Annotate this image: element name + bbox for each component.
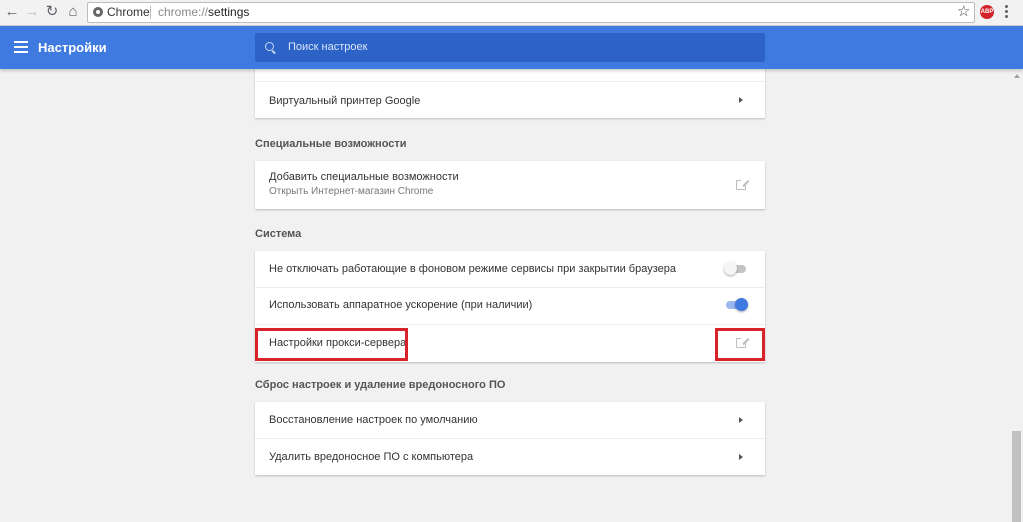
reload-icon[interactable]: ↻	[43, 3, 61, 21]
printing-card: Виртуальный принтер Google	[255, 66, 765, 118]
hamburger-menu-icon[interactable]	[14, 41, 28, 56]
virtual-printer-row[interactable]: Виртуальный принтер Google	[255, 81, 765, 119]
browser-menu-icon[interactable]	[1005, 5, 1009, 20]
page-scrollbar[interactable]	[1010, 69, 1023, 522]
address-bar[interactable]: Chrome chrome://settings	[87, 2, 975, 23]
hardware-acceleration-row: Использовать аппаратное ускорение (при н…	[255, 287, 765, 324]
proxy-label-highlight	[255, 328, 408, 361]
virtual-printer-label: Виртуальный принтер Google	[269, 95, 421, 107]
search-icon	[265, 42, 274, 51]
chrome-page-icon	[93, 7, 103, 17]
reset-card: Восстановление настроек по умолчанию Уда…	[255, 402, 765, 475]
search-placeholder: Поиск настроек	[288, 41, 368, 53]
add-accessibility-subtitle: Открыть Интернет-магазин Chrome	[269, 186, 434, 197]
url-path: settings	[208, 5, 250, 19]
back-icon[interactable]: ←	[3, 3, 21, 21]
proxy-icon-highlight	[715, 328, 765, 361]
scrollbar-thumb[interactable]	[1012, 431, 1021, 522]
cleanup-row[interactable]: Удалить вредоносное ПО с компьютера	[255, 438, 765, 475]
accessibility-card: Добавить специальные возможности Открыть…	[255, 161, 765, 209]
add-accessibility-title: Добавить специальные возможности	[269, 171, 459, 183]
hardware-acceleration-label: Использовать аппаратное ускорение (при н…	[269, 299, 533, 311]
settings-header: Настройки Поиск настроек	[0, 26, 1023, 69]
chevron-right-icon	[739, 417, 743, 423]
accessibility-section-title: Специальные возможности	[255, 138, 407, 150]
hardware-acceleration-toggle[interactable]	[724, 296, 748, 314]
add-accessibility-row[interactable]: Добавить специальные возможности Открыть…	[255, 161, 765, 209]
background-apps-row: Не отключать работающие в фоновом режиме…	[255, 251, 765, 287]
address-separator	[150, 6, 151, 19]
system-section-title: Система	[255, 228, 302, 240]
address-url: chrome://settings	[158, 5, 249, 19]
url-scheme: chrome://	[158, 5, 209, 19]
search-settings-input[interactable]: Поиск настроек	[255, 33, 765, 62]
home-icon[interactable]: ⌂	[64, 3, 82, 21]
chevron-right-icon	[739, 454, 743, 460]
cleanup-label: Удалить вредоносное ПО с компьютера	[269, 451, 474, 463]
background-apps-label: Не отключать работающие в фоновом режиме…	[269, 263, 676, 275]
address-chip: Chrome	[107, 5, 150, 19]
reset-section-title: Сброс настроек и удаление вредоносного П…	[255, 379, 506, 391]
page-title: Настройки	[38, 40, 107, 55]
background-apps-toggle[interactable]	[724, 260, 748, 278]
adblock-extension-icon[interactable]: ABP	[980, 5, 994, 19]
restore-defaults-label: Восстановление настроек по умолчанию	[269, 414, 478, 426]
open-external-icon	[736, 179, 747, 190]
chevron-right-icon	[739, 97, 743, 103]
bookmark-star-icon[interactable]: ☆	[957, 3, 970, 21]
browser-toolbar: ← → ↻ ⌂ Chrome chrome://settings ☆ ABP	[0, 0, 1023, 26]
scroll-up-arrow-icon[interactable]	[1014, 74, 1020, 78]
restore-defaults-row[interactable]: Восстановление настроек по умолчанию	[255, 402, 765, 438]
forward-icon[interactable]: →	[23, 3, 41, 21]
